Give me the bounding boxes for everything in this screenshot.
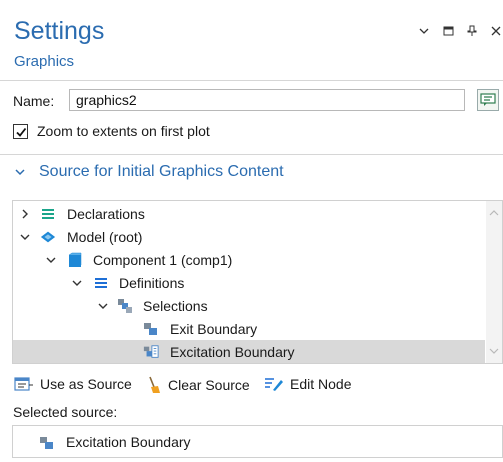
tree-item-label: Definitions xyxy=(119,274,185,291)
edit-label-button[interactable] xyxy=(477,89,499,111)
selections-icon xyxy=(117,298,133,314)
tree-item-definitions[interactable]: Definitions xyxy=(13,271,485,294)
collapse-chevron-icon[interactable] xyxy=(45,254,57,266)
collapse-chevron-icon[interactable] xyxy=(71,277,83,289)
divider xyxy=(0,154,503,155)
edit-node-button[interactable]: Edit Node xyxy=(264,376,351,392)
tree-item-selections[interactable]: Selections xyxy=(13,294,485,317)
selected-source-value: Excitation Boundary xyxy=(66,434,191,450)
name-input[interactable] xyxy=(69,89,465,111)
selection-icon xyxy=(143,321,159,337)
tree-item-component-1[interactable]: Component 1 (comp1) xyxy=(13,248,485,271)
tree-item-declarations[interactable]: Declarations xyxy=(13,202,485,225)
component-icon xyxy=(67,252,83,268)
chevron-down-icon[interactable] xyxy=(417,24,431,38)
selection-icon xyxy=(39,435,55,454)
use-as-source-button[interactable]: Use as Source xyxy=(14,376,132,392)
collapse-chevron-icon[interactable] xyxy=(97,300,109,312)
tree-item-label: Model (root) xyxy=(67,228,143,245)
broom-icon xyxy=(149,376,160,393)
tree-item-label: Selections xyxy=(143,297,208,314)
name-label: Name: xyxy=(13,93,55,109)
label-edit-icon xyxy=(480,93,496,106)
tree-scrollbar[interactable] xyxy=(486,201,502,363)
expand-chevron-icon[interactable] xyxy=(19,208,31,220)
tree-item-model-root[interactable]: Model (root) xyxy=(13,225,485,248)
checkmark-icon xyxy=(15,127,26,137)
zoom-extents-label: Zoom to extents on first plot xyxy=(37,123,210,139)
source-tree[interactable]: Declarations Model (root) Component 1 (c… xyxy=(12,200,503,364)
clear-source-button[interactable]: Clear Source xyxy=(146,376,250,394)
edit-node-label: Edit Node xyxy=(290,376,352,392)
close-icon[interactable] xyxy=(489,24,503,38)
scroll-down-arrow-icon xyxy=(489,348,499,354)
edit-node-icon xyxy=(265,378,283,391)
window-controls xyxy=(417,24,503,38)
tree-item-label: Excitation Boundary xyxy=(170,343,295,360)
maximize-icon[interactable] xyxy=(441,24,455,38)
definitions-icon xyxy=(93,275,109,291)
use-as-source-icon xyxy=(14,377,33,391)
section-title[interactable]: Source for Initial Graphics Content xyxy=(39,163,284,181)
tree-item-exit-boundary[interactable]: Exit Boundary xyxy=(13,317,485,340)
explicit-selection-icon xyxy=(143,344,159,360)
zoom-extents-checkbox[interactable] xyxy=(13,124,28,139)
use-as-source-label: Use as Source xyxy=(40,376,132,392)
section-collapse-chevron-icon[interactable] xyxy=(14,165,26,181)
scroll-up-arrow-icon xyxy=(489,210,499,216)
panel-subtitle: Graphics xyxy=(14,53,75,70)
selected-source-label: Selected source: xyxy=(13,404,118,420)
clear-source-label: Clear Source xyxy=(168,377,250,393)
model-icon xyxy=(40,229,56,245)
selected-source-field[interactable]: Excitation Boundary xyxy=(12,425,503,458)
pin-icon[interactable] xyxy=(465,24,479,38)
tree-item-excitation-boundary[interactable]: Excitation Boundary xyxy=(13,340,485,363)
collapse-chevron-icon[interactable] xyxy=(19,231,31,243)
tree-item-label: Component 1 (comp1) xyxy=(93,251,233,268)
panel-title: Settings xyxy=(14,17,105,45)
tree-item-label: Exit Boundary xyxy=(170,320,258,337)
divider xyxy=(0,80,503,81)
tree-item-label: Declarations xyxy=(67,205,145,222)
list-icon xyxy=(40,206,56,222)
